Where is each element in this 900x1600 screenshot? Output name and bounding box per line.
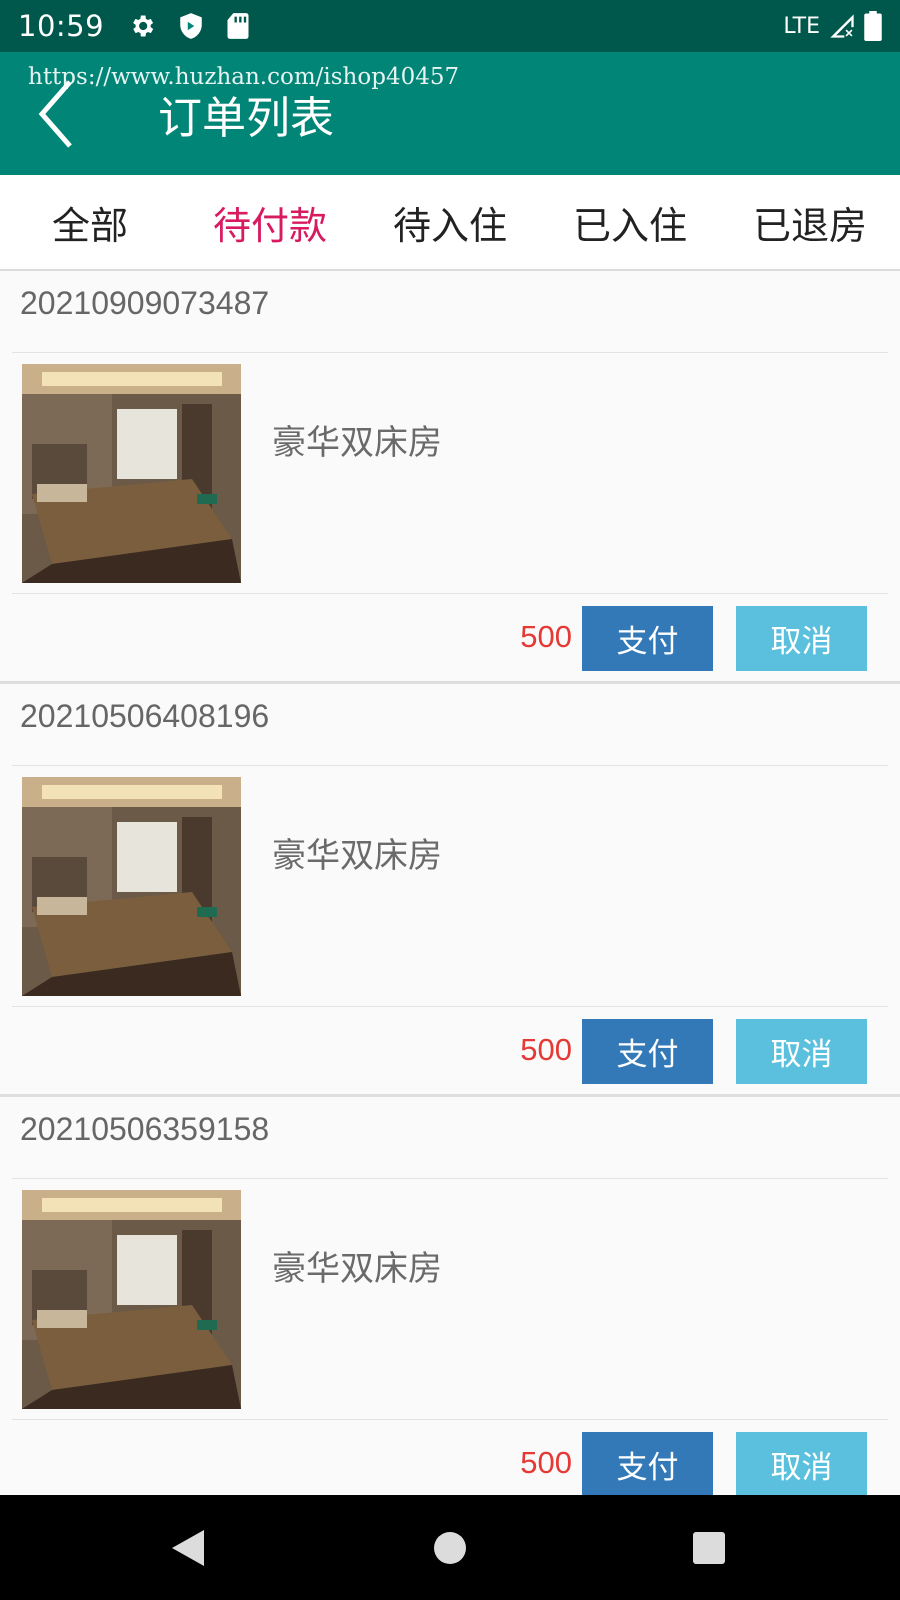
order-number: 20210506408196 (20, 698, 270, 734)
status-system-icons: LTE (783, 11, 882, 41)
cancel-button[interactable]: 取消 (736, 1432, 867, 1497)
gear-icon (133, 15, 154, 37)
pay-button[interactable]: 支付 (582, 1432, 713, 1497)
order-card[interactable]: 20210506359158 豪华双床房 500 支付 取消 (0, 1097, 900, 1510)
chevron-left-icon (38, 80, 72, 148)
home-circle-icon[interactable] (433, 1531, 467, 1565)
status-bar: 10:59 LTE (0, 0, 900, 52)
status-time: 10:59 (18, 9, 105, 43)
app-bar: https://www.huzhan.com/ishop40457 订单列表 (0, 52, 900, 175)
tab-checked-out[interactable]: 已退房 (720, 175, 900, 269)
tab-pending-checkin[interactable]: 待入住 (360, 175, 540, 269)
order-number: 20210909073487 (20, 285, 270, 321)
cancel-button[interactable]: 取消 (736, 1019, 867, 1084)
room-thumbnail (22, 777, 241, 996)
page-title: 订单列表 (158, 93, 334, 144)
order-status-tabs: 全部 待付款 待入住 已入住 已退房 (0, 175, 900, 271)
pay-button[interactable]: 支付 (582, 606, 713, 671)
back-triangle-icon[interactable] (170, 1528, 206, 1568)
back-button[interactable] (32, 76, 92, 152)
signal-icon (830, 14, 854, 38)
recents-square-icon[interactable] (692, 1531, 726, 1565)
cancel-button[interactable]: 取消 (736, 606, 867, 671)
room-name: 豪华双床房 (272, 836, 442, 876)
divider (12, 1419, 888, 1420)
sd-card-icon (227, 13, 249, 39)
battery-icon (864, 11, 882, 41)
network-type: LTE (783, 13, 820, 39)
status-notification-icons (128, 12, 250, 40)
room-thumbnail (22, 1190, 241, 1409)
divider (12, 1006, 888, 1007)
tab-checked-in[interactable]: 已入住 (540, 175, 720, 269)
divider (12, 1178, 888, 1179)
room-name: 豪华双床房 (272, 1249, 442, 1289)
order-card[interactable]: 20210506408196 豪华双床房 500 支付 取消 (0, 684, 900, 1097)
shield-icon (180, 13, 202, 39)
pay-button[interactable]: 支付 (582, 1019, 713, 1084)
order-price: 500 (520, 619, 572, 654)
order-price: 500 (520, 1032, 572, 1067)
tab-pending-payment[interactable]: 待付款 (180, 175, 360, 269)
divider (12, 352, 888, 353)
tab-all[interactable]: 全部 (0, 175, 180, 269)
room-thumbnail (22, 364, 241, 583)
order-price: 500 (520, 1445, 572, 1480)
order-number: 20210506359158 (20, 1111, 270, 1147)
order-list: 20210909073487 豪华双床房 500 支付 取消 202105064… (0, 271, 900, 1510)
divider (12, 765, 888, 766)
order-card[interactable]: 20210909073487 豪华双床房 500 支付 取消 (0, 271, 900, 684)
system-navigation-bar (0, 1495, 900, 1600)
room-name: 豪华双床房 (272, 423, 442, 463)
divider (12, 593, 888, 594)
